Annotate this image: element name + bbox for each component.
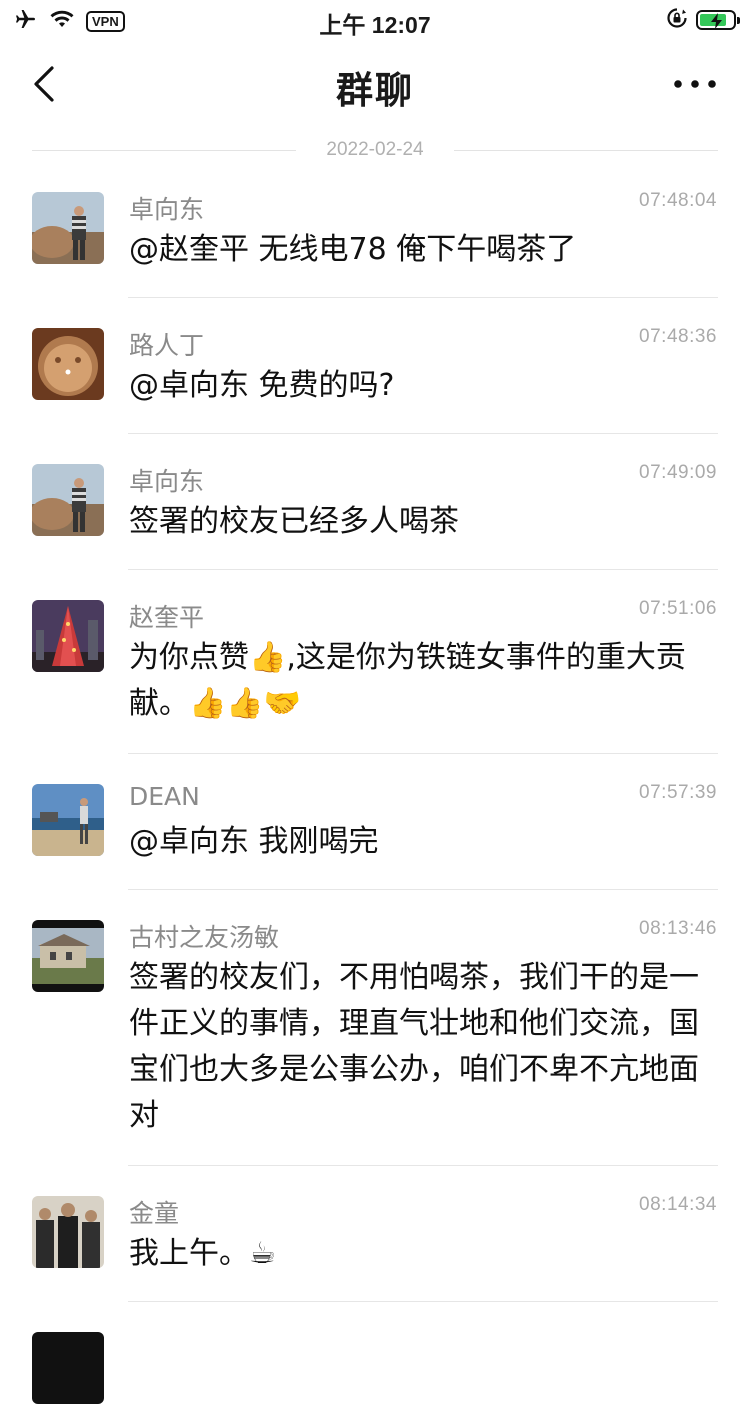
avatar[interactable] — [32, 328, 104, 400]
message-text: @赵奎平 无线电78 俺下午喝茶了 — [129, 232, 577, 267]
more-button[interactable] — [670, 72, 720, 96]
message-time: 07:51:06 — [639, 598, 717, 619]
sender-name: 金童 — [129, 1199, 180, 1228]
avatar[interactable] — [32, 600, 104, 672]
more-icon — [674, 80, 716, 88]
date-label: 2022-02-24 — [326, 139, 424, 160]
message-time: 07:57:39 — [639, 782, 717, 803]
message-text: 为你点赞👍,这是你为铁链女事件的重大贡献。👍👍🤝 — [129, 640, 686, 721]
message-text: @卓向东 免费的吗? — [129, 368, 395, 403]
message-item-partial[interactable] — [0, 1302, 750, 1404]
message-text: 我上午。☕ — [129, 1236, 276, 1271]
message-list[interactable]: 卓向东 07:48:04 @赵奎平 无线电78 俺下午喝茶了 路人丁 07:48… — [0, 178, 750, 1404]
status-right — [666, 7, 740, 33]
message-time: 07:48:04 — [639, 190, 717, 211]
sender-name: DEAN — [129, 782, 200, 811]
message-time: 07:48:36 — [639, 326, 717, 347]
message-text: 签署的校友已经多人喝茶 — [129, 504, 459, 539]
message-time: 08:14:34 — [639, 1194, 717, 1215]
sender-name: 古村之友汤敏 — [129, 923, 280, 952]
message-item[interactable]: 赵奎平 07:51:06 为你点赞👍,这是你为铁链女事件的重大贡献。👍👍🤝 — [0, 570, 750, 754]
status-bar: VPN 上午 12:07 — [0, 0, 750, 40]
message-item[interactable]: 金童 08:14:34 我上午。☕ — [0, 1166, 750, 1302]
message-time: 07:49:09 — [639, 462, 717, 483]
message-time: 08:13:46 — [639, 918, 717, 939]
page-title: 群聊 — [336, 69, 414, 112]
message-item[interactable]: 古村之友汤敏 08:13:46 签署的校友们，不用怕喝茶，我们干的是一件正义的事… — [0, 890, 750, 1166]
avatar[interactable] — [32, 1196, 104, 1268]
avatar[interactable] — [32, 192, 104, 264]
message-item[interactable]: 卓向东 07:49:09 签署的校友已经多人喝茶 — [0, 434, 750, 570]
avatar[interactable] — [32, 920, 104, 992]
sender-name: 卓向东 — [129, 467, 205, 496]
sender-name: 赵奎平 — [129, 603, 205, 632]
avatar[interactable] — [32, 464, 104, 536]
avatar[interactable] — [32, 784, 104, 856]
message-text: @卓向东 我刚喝完 — [129, 824, 379, 859]
message-item[interactable]: DEAN 07:57:39 @卓向东 我刚喝完 — [0, 754, 750, 890]
message-text: 签署的校友们，不用怕喝茶，我们干的是一件正义的事情，理直气壮地和他们交流，国宝们… — [129, 960, 699, 1133]
avatar[interactable] — [32, 1332, 104, 1404]
clock: 上午 12:07 — [319, 12, 431, 38]
nav-bar: 群聊 — [0, 40, 750, 128]
sender-name: 路人丁 — [129, 331, 205, 360]
message-item[interactable]: 路人丁 07:48:36 @卓向东 免费的吗? — [0, 298, 750, 434]
message-item[interactable]: 卓向东 07:48:04 @赵奎平 无线电78 俺下午喝茶了 — [0, 178, 750, 298]
sender-name: 卓向东 — [129, 195, 205, 224]
date-separator: 2022-02-24 — [32, 138, 719, 162]
battery-icon — [696, 10, 740, 30]
rotation-lock-icon — [666, 7, 688, 33]
